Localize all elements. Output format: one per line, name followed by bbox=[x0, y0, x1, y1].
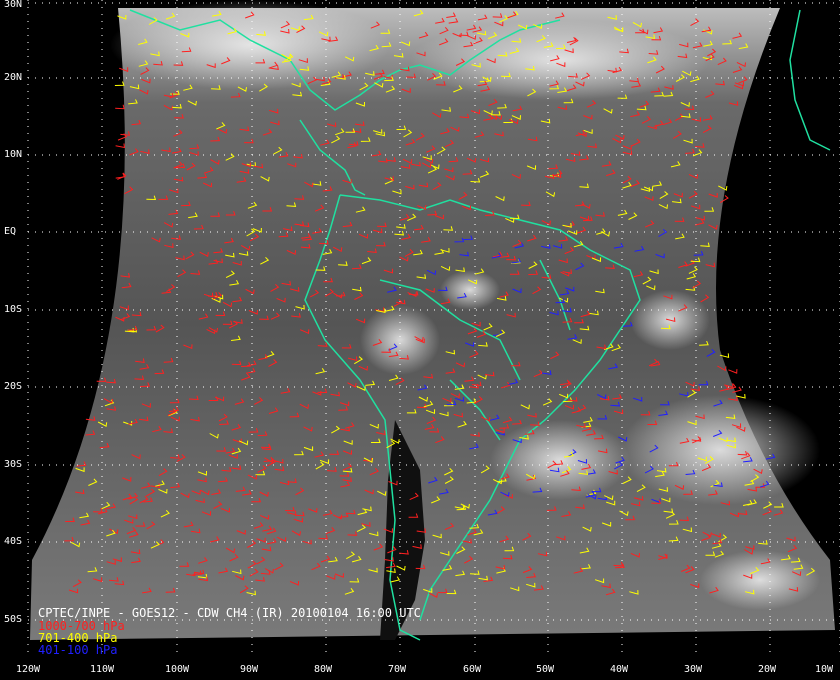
longitude-label: 40W bbox=[610, 664, 629, 675]
latitude-label: 20N bbox=[4, 72, 23, 83]
longitude-label: 80W bbox=[314, 664, 333, 675]
wind-barb bbox=[115, 143, 126, 149]
legend-high-level: 401-100 hPa bbox=[38, 643, 118, 657]
latitude-label: 50S bbox=[4, 614, 23, 625]
latitude-label: EQ bbox=[4, 226, 17, 237]
longitude-label: 20W bbox=[758, 664, 777, 675]
wind-barb bbox=[115, 104, 125, 110]
latitude-label: 10N bbox=[4, 149, 23, 160]
longitude-label: 30W bbox=[684, 664, 703, 675]
map-title: CPTEC/INPE - GOES12 - CDW CH4 (IR) 20100… bbox=[38, 606, 421, 620]
map-canvas bbox=[27, 0, 840, 655]
latitude-label: 30N bbox=[4, 0, 23, 10]
latitude-label: 30S bbox=[4, 459, 23, 470]
latitude-label: 20S bbox=[4, 381, 23, 392]
longitude-label: 120W bbox=[16, 664, 41, 675]
latitude-label: 10S bbox=[4, 304, 23, 315]
longitude-label: 110W bbox=[90, 664, 115, 675]
longitude-label: 10W bbox=[815, 664, 834, 675]
satellite-map: 30N 20N 10N EQ 10S 20S 30S 40S 50S 120W 110W 100W 9… bbox=[0, 0, 840, 680]
longitude-label: 90W bbox=[240, 664, 259, 675]
longitude-label: 70W bbox=[388, 664, 407, 675]
longitude-label: 50W bbox=[536, 664, 555, 675]
longitude-label: 100W bbox=[165, 664, 190, 675]
latitude-label: 40S bbox=[4, 536, 23, 547]
longitude-label: 60W bbox=[463, 664, 482, 675]
wind-barb bbox=[114, 81, 125, 86]
wind-barb bbox=[115, 173, 126, 179]
wind-barb bbox=[728, 369, 738, 374]
